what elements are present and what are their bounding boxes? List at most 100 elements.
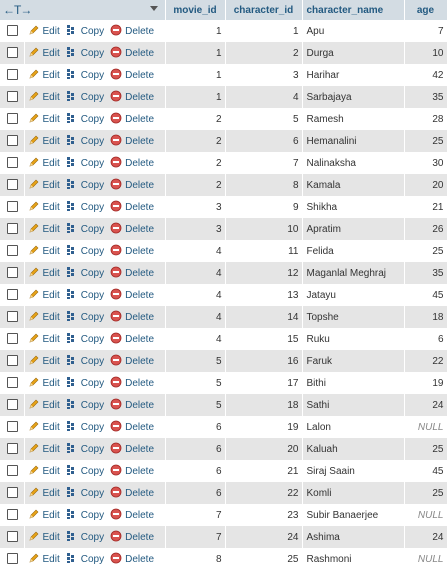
- edit-link[interactable]: Edit: [28, 398, 60, 413]
- delete-link[interactable]: Delete: [110, 222, 154, 237]
- delete-link[interactable]: Delete: [110, 178, 154, 193]
- row-checkbox[interactable]: [7, 487, 18, 499]
- copy-link[interactable]: Copy: [66, 90, 104, 105]
- cell-character-name[interactable]: Komli: [302, 482, 405, 504]
- cell-age[interactable]: 35: [404, 86, 447, 108]
- delete-link[interactable]: Delete: [110, 200, 154, 215]
- copy-link[interactable]: Copy: [66, 200, 104, 215]
- row-checkbox[interactable]: [7, 69, 18, 81]
- copy-link[interactable]: Copy: [66, 486, 104, 501]
- cell-character-name[interactable]: Durga: [302, 42, 405, 64]
- cell-character-name[interactable]: Topshe: [302, 306, 405, 328]
- copy-link[interactable]: Copy: [66, 398, 104, 413]
- copy-link[interactable]: Copy: [66, 156, 104, 171]
- cell-character-name[interactable]: Siraj Saain: [302, 460, 405, 482]
- cell-movie-id[interactable]: 8: [165, 548, 226, 570]
- cell-character-id[interactable]: 21: [225, 460, 303, 482]
- cell-character-name[interactable]: Harihar: [302, 64, 405, 86]
- cell-movie-id[interactable]: 6: [165, 416, 226, 438]
- cell-character-name[interactable]: Kaluah: [302, 438, 405, 460]
- cell-age[interactable]: 28: [404, 108, 447, 130]
- delete-link[interactable]: Delete: [110, 90, 154, 105]
- copy-link[interactable]: Copy: [66, 376, 104, 391]
- copy-link[interactable]: Copy: [66, 420, 104, 435]
- copy-link[interactable]: Copy: [66, 442, 104, 457]
- cell-age[interactable]: 25: [404, 240, 447, 262]
- cell-character-id[interactable]: 11: [225, 240, 303, 262]
- cell-character-name[interactable]: Lalon: [302, 416, 405, 438]
- cell-character-name[interactable]: Rashmoni: [302, 548, 405, 570]
- cell-character-id[interactable]: 2: [225, 42, 303, 64]
- row-checkbox[interactable]: [7, 25, 18, 37]
- edit-link[interactable]: Edit: [28, 222, 60, 237]
- edit-link[interactable]: Edit: [28, 68, 60, 83]
- cell-character-name[interactable]: Felida: [302, 240, 405, 262]
- row-checkbox[interactable]: [7, 267, 18, 279]
- cell-character-name[interactable]: Bithi: [302, 372, 405, 394]
- edit-link[interactable]: Edit: [28, 46, 60, 61]
- row-checkbox[interactable]: [7, 443, 18, 455]
- copy-link[interactable]: Copy: [66, 552, 104, 567]
- row-checkbox[interactable]: [7, 553, 18, 565]
- cell-age[interactable]: 30: [404, 152, 447, 174]
- cell-character-id[interactable]: 14: [225, 306, 303, 328]
- cell-movie-id[interactable]: 7: [165, 526, 226, 548]
- copy-link[interactable]: Copy: [66, 530, 104, 545]
- edit-link[interactable]: Edit: [28, 508, 60, 523]
- delete-link[interactable]: Delete: [110, 134, 154, 149]
- edit-link[interactable]: Edit: [28, 156, 60, 171]
- row-checkbox[interactable]: [7, 421, 18, 433]
- cell-movie-id[interactable]: 1: [165, 42, 226, 64]
- cell-character-name[interactable]: Ashima: [302, 526, 405, 548]
- delete-link[interactable]: Delete: [110, 420, 154, 435]
- cell-age[interactable]: NULL: [404, 504, 447, 526]
- edit-link[interactable]: Edit: [28, 442, 60, 457]
- cell-character-id[interactable]: 15: [225, 328, 303, 350]
- cell-character-name[interactable]: Hemanalini: [302, 130, 405, 152]
- cell-character-name[interactable]: Ramesh: [302, 108, 405, 130]
- cell-character-id[interactable]: 10: [225, 218, 303, 240]
- edit-link[interactable]: Edit: [28, 266, 60, 281]
- cell-age[interactable]: 45: [404, 284, 447, 306]
- cell-age[interactable]: NULL: [404, 416, 447, 438]
- cell-age[interactable]: NULL: [404, 548, 447, 570]
- cell-character-id[interactable]: 18: [225, 394, 303, 416]
- cell-character-id[interactable]: 8: [225, 174, 303, 196]
- cell-character-id[interactable]: 5: [225, 108, 303, 130]
- delete-link[interactable]: Delete: [110, 508, 154, 523]
- copy-link[interactable]: Copy: [66, 68, 104, 83]
- row-checkbox[interactable]: [7, 179, 18, 191]
- row-checkbox[interactable]: [7, 509, 18, 521]
- cell-age[interactable]: 25: [404, 438, 447, 460]
- cell-age[interactable]: 7: [404, 20, 447, 42]
- column-header-age[interactable]: age: [404, 0, 447, 20]
- cell-character-id[interactable]: 24: [225, 526, 303, 548]
- cell-age[interactable]: 10: [404, 42, 447, 64]
- copy-link[interactable]: Copy: [66, 134, 104, 149]
- delete-link[interactable]: Delete: [110, 398, 154, 413]
- cell-age[interactable]: 21: [404, 196, 447, 218]
- cell-movie-id[interactable]: 5: [165, 394, 226, 416]
- cell-age[interactable]: 45: [404, 460, 447, 482]
- row-checkbox[interactable]: [7, 201, 18, 213]
- row-checkbox[interactable]: [7, 465, 18, 477]
- edit-link[interactable]: Edit: [28, 24, 60, 39]
- cell-movie-id[interactable]: 4: [165, 240, 226, 262]
- copy-link[interactable]: Copy: [66, 222, 104, 237]
- cell-movie-id[interactable]: 6: [165, 460, 226, 482]
- cell-age[interactable]: 24: [404, 394, 447, 416]
- copy-link[interactable]: Copy: [66, 266, 104, 281]
- cell-movie-id[interactable]: 1: [165, 64, 226, 86]
- copy-link[interactable]: Copy: [66, 288, 104, 303]
- cell-age[interactable]: 35: [404, 262, 447, 284]
- row-checkbox[interactable]: [7, 113, 18, 125]
- copy-link[interactable]: Copy: [66, 508, 104, 523]
- resize-arrows-icon[interactable]: ←T→: [3, 3, 32, 17]
- cell-age[interactable]: 6: [404, 328, 447, 350]
- edit-link[interactable]: Edit: [28, 332, 60, 347]
- edit-link[interactable]: Edit: [28, 420, 60, 435]
- column-header-character-name[interactable]: character_name: [302, 0, 405, 20]
- edit-link[interactable]: Edit: [28, 464, 60, 479]
- cell-age[interactable]: 26: [404, 218, 447, 240]
- row-checkbox[interactable]: [7, 135, 18, 147]
